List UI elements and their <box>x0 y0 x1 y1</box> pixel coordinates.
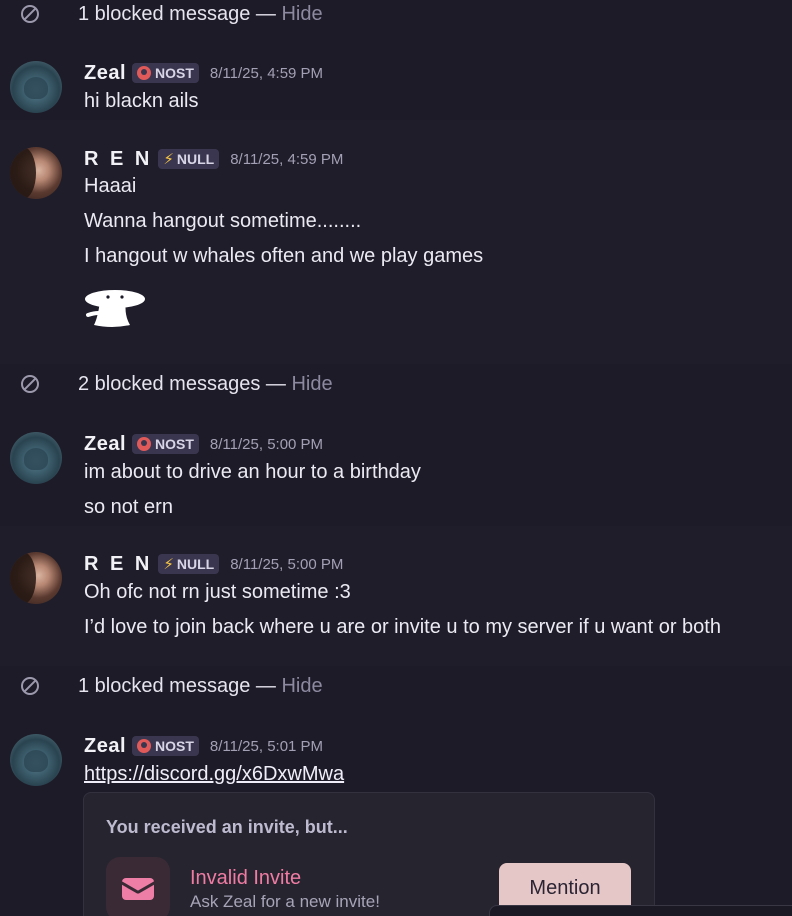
guild-tag[interactable]: ⚡ NULL <box>158 149 220 169</box>
username[interactable]: R E N <box>84 553 152 576</box>
message-text: im about to drive an hour to a birthday <box>84 461 421 483</box>
ghost-sticker[interactable] <box>82 285 148 329</box>
guild-tag[interactable]: ⚡ NULL <box>158 554 220 574</box>
invite-link[interactable]: https://discord.gg/x6DxwMwa <box>84 763 344 785</box>
invite-icon-tile <box>106 857 170 916</box>
blocked-messages-row: 1 blocked message — Hide <box>0 0 792 34</box>
avatar[interactable] <box>10 147 62 199</box>
hide-blocked-link[interactable]: Hide <box>281 675 322 697</box>
message-group: Zeal NOST 8/11/25, 4:59 PM hi blackn ail… <box>0 46 792 120</box>
message-text: Wanna hangout sometime........ <box>84 210 362 232</box>
nost-badge-icon <box>137 66 152 80</box>
message-text: hi blackn ails <box>84 90 199 112</box>
lightning-icon: ⚡ <box>163 151 174 168</box>
username[interactable]: Zeal <box>84 62 126 85</box>
invite-subtitle: Ask Zeal for a new invite! <box>190 892 380 911</box>
nost-badge-icon <box>137 739 152 753</box>
message-text: I’d love to join back where u are or inv… <box>84 616 721 638</box>
username[interactable]: R E N <box>84 148 152 171</box>
timestamp: 8/11/25, 4:59 PM <box>209 64 324 82</box>
message-text: Haaai <box>84 175 137 197</box>
timestamp: 8/11/25, 5:01 PM <box>209 737 324 755</box>
blocked-messages-row: 2 blocked messages — Hide <box>0 364 792 404</box>
blocked-messages-label: 1 blocked message <box>78 2 251 25</box>
message-text: I hangout w whales often and we play gam… <box>84 245 484 267</box>
blocked-messages-label: 2 blocked messages <box>78 372 261 395</box>
message-text: so not ern <box>84 496 173 518</box>
username[interactable]: Zeal <box>84 735 126 758</box>
avatar[interactable] <box>10 61 62 113</box>
timestamp: 8/11/25, 5:00 PM <box>230 555 344 573</box>
invite-heading: You received an invite, but... <box>106 817 348 837</box>
hide-blocked-link[interactable]: Hide <box>291 373 332 395</box>
invite-title: Invalid Invite <box>190 867 302 889</box>
username[interactable]: Zeal <box>84 433 126 456</box>
avatar[interactable] <box>10 734 62 786</box>
blocked-icon <box>21 5 39 23</box>
blocked-icon <box>21 677 39 695</box>
guild-tag[interactable]: NOST <box>132 736 199 756</box>
blocked-messages-row: 1 blocked message — Hide <box>0 666 792 706</box>
timestamp: 8/11/25, 4:59 PM <box>230 150 344 168</box>
lightning-icon: ⚡ <box>163 556 174 573</box>
invite-embed: You received an invite, but... Invalid I… <box>83 792 655 916</box>
message-group: R E N ⚡ NULL 8/11/25, 4:59 PM Haaai Wanna… <box>0 120 792 364</box>
nost-badge-icon <box>137 437 152 451</box>
message-group: R E N ⚡ NULL 8/11/25, 5:00 PM Oh ofc not … <box>0 526 792 666</box>
blocked-messages-label: 1 blocked message <box>78 674 251 697</box>
avatar[interactable] <box>10 432 62 484</box>
avatar[interactable] <box>10 552 62 604</box>
hide-blocked-link[interactable]: Hide <box>281 3 322 25</box>
guild-tag[interactable]: NOST <box>132 434 199 454</box>
timestamp: 8/11/25, 5:00 PM <box>209 435 324 453</box>
message-group: Zeal NOST 8/11/25, 5:00 PM im about to d… <box>0 416 792 526</box>
envelope-icon <box>122 878 154 900</box>
guild-tag[interactable]: NOST <box>132 63 199 83</box>
message-text: Oh ofc not rn just sometime :3 <box>84 581 351 603</box>
blocked-icon <box>21 375 39 393</box>
chat-view: 1 blocked message — Hide Zeal NOST 8/11/… <box>0 0 792 916</box>
bottom-popup-edge <box>489 905 792 916</box>
